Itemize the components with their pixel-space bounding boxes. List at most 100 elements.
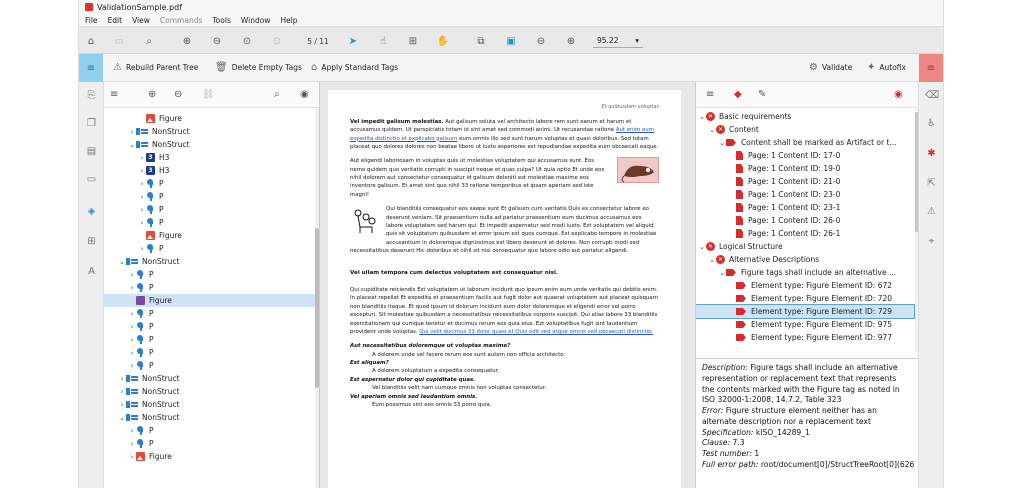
tag-tree-row[interactable]: Figure xyxy=(104,294,315,307)
validation-tree-row[interactable]: Page: 1 Content ID: 21-0 xyxy=(696,175,914,188)
validation-tree-row[interactable]: ⌄ Figure tags shall include an alternativ… xyxy=(696,266,914,279)
fit-width-icon[interactable]: ▣ xyxy=(505,35,517,47)
delete-empty-tags-button[interactable]: 🗑 Delete Empty Tags xyxy=(215,62,302,73)
home-icon[interactable]: ⌂ xyxy=(85,35,97,47)
validation-tree-row[interactable]: Page: 1 Content ID: 23-1 xyxy=(696,201,914,214)
page-up-icon[interactable]: ⊕ xyxy=(181,35,193,47)
chevron-right-icon[interactable]: › xyxy=(128,427,136,435)
tag-tree-row[interactable]: › P xyxy=(104,320,315,333)
zoom-out-icon[interactable]: ⊖ xyxy=(535,35,547,47)
chevron-right-icon[interactable]: › xyxy=(128,336,136,344)
warning-icon[interactable]: ⚠ xyxy=(925,206,938,219)
visibility-icon[interactable]: ◉ xyxy=(894,89,903,100)
tag-tree-row[interactable]: › P xyxy=(104,281,315,294)
eye-icon[interactable]: ◉ xyxy=(300,89,309,100)
tag-tree-row[interactable]: › P xyxy=(104,242,315,255)
chevron-right-icon[interactable]: › xyxy=(138,219,146,227)
tag-tree-row[interactable]: › NonStruct xyxy=(104,398,315,411)
validation-tree-row[interactable]: Page: 1 Content ID: 17-0 xyxy=(696,149,914,162)
chevron-right-icon[interactable]: › xyxy=(118,375,126,383)
chevron-right-icon[interactable]: › xyxy=(118,401,126,409)
diamond-nav-icon[interactable]: ◆ xyxy=(734,89,742,100)
validation-tree-row[interactable]: ⌄ ✕ Content xyxy=(696,123,914,136)
chevron-right-icon[interactable]: › xyxy=(118,388,126,396)
tag-tree-row[interactable]: ⌄ NonStruct xyxy=(104,138,315,151)
left-panel-toggle-icon[interactable]: ≡ xyxy=(79,54,103,82)
chevron-right-icon[interactable]: › xyxy=(138,167,146,175)
pages-icon[interactable]: ❐ xyxy=(85,118,98,131)
tag-tree-row[interactable]: › Figure xyxy=(104,450,315,463)
bookmarks-icon[interactable]: ⎘ xyxy=(85,90,98,103)
menu-tools[interactable]: Tools xyxy=(212,16,230,25)
validation-tree-row[interactable]: ⌄ Content shall be marked as Artifact or … xyxy=(696,136,914,149)
chevron-right-icon[interactable]: › xyxy=(138,193,146,201)
validation-tree-row[interactable]: ⌄ ✕ Alternative Descriptions xyxy=(696,253,914,266)
add-tag-icon[interactable]: ⊕ xyxy=(148,89,156,100)
location-icon[interactable]: ⌖ xyxy=(925,236,938,249)
validation-tree-row[interactable]: Page: 1 Content ID: 19-0 xyxy=(696,162,914,175)
tag-tree-row[interactable]: Figure xyxy=(104,112,315,125)
tag-tree-row[interactable]: › NonStruct xyxy=(104,125,315,138)
chevron-right-icon[interactable]: › xyxy=(138,245,146,253)
tag-tree-row[interactable]: › P xyxy=(104,203,315,216)
chevron-down-icon[interactable]: ⌄ xyxy=(698,113,706,121)
tag-tree-row[interactable]: › 3 H3 xyxy=(104,151,315,164)
chevron-right-icon[interactable]: › xyxy=(128,453,136,461)
pen-icon[interactable]: ✎ xyxy=(758,89,766,100)
chevron-right-icon[interactable]: › xyxy=(128,284,136,292)
grid-icon[interactable]: ⊞ xyxy=(407,35,419,47)
menu-commands[interactable]: Commands xyxy=(160,16,202,25)
touch-icon[interactable]: ☝ xyxy=(377,35,389,47)
tag-tree-row[interactable]: › P xyxy=(104,177,315,190)
select-arrow-icon[interactable]: ➤ xyxy=(347,35,359,47)
tag-tree-row[interactable]: › P xyxy=(104,424,315,437)
menu-file[interactable]: File xyxy=(85,16,98,25)
right-panel-toggle-icon[interactable]: ≡ xyxy=(919,54,943,82)
tag-tree-row[interactable]: ⌄ NonStruct xyxy=(104,255,315,268)
zoom-in-icon[interactable]: ⊕ xyxy=(565,35,577,47)
validation-tree-row[interactable]: Element type: Figure Element ID: 672 xyxy=(696,279,914,292)
validation-tree-row[interactable]: ⌄ ✕ Logical Structure xyxy=(696,240,914,253)
export-icon[interactable]: ⇱ xyxy=(925,178,938,191)
chevron-down-icon[interactable]: ⌄ xyxy=(698,243,706,251)
tag-tree-row[interactable]: › P xyxy=(104,437,315,450)
chevron-down-icon[interactable]: ⌄ xyxy=(708,256,716,264)
tag-tree-row[interactable]: › P xyxy=(104,268,315,281)
tag-tree-row[interactable]: › P xyxy=(104,346,315,359)
chevron-right-icon[interactable]: › xyxy=(128,271,136,279)
tag-tree-row[interactable]: › P xyxy=(104,190,315,203)
validation-tree-row[interactable]: Page: 1 Content ID: 23-0 xyxy=(696,188,914,201)
validation-tree-row[interactable]: ⌄ ✕ Basic requirements xyxy=(696,110,914,123)
fit-page-icon[interactable]: ⧉ xyxy=(475,35,487,47)
comment-icon[interactable]: ▭ xyxy=(85,174,98,187)
collapse-panel-icon[interactable]: ≡ xyxy=(110,89,118,100)
tag-tree-row[interactable]: › P xyxy=(104,307,315,320)
validation-tree-row[interactable]: Page: 1 Content ID: 26-0 xyxy=(696,214,914,227)
tag-tree-scrollbar[interactable] xyxy=(315,108,319,488)
chevron-down-icon[interactable]: ⌄ xyxy=(718,269,726,277)
bug-icon[interactable]: ✱ xyxy=(925,148,938,161)
chevron-down-icon[interactable]: ⌄ xyxy=(128,141,136,149)
search-tags-icon[interactable]: ⌕ xyxy=(274,89,280,100)
validate-button[interactable]: ⚙ Validate xyxy=(809,62,852,73)
validation-tree-row[interactable]: Element type: Figure Element ID: 720 xyxy=(696,292,914,305)
order-icon[interactable]: ⊞ xyxy=(85,236,98,249)
p4-link[interactable]: Qui velit ducimus 33 dolor quasi et Quis… xyxy=(419,329,653,335)
tag-tree-row[interactable]: › P xyxy=(104,333,315,346)
tag-tree-row[interactable]: › P xyxy=(104,216,315,229)
validation-tree-row[interactable]: Page: 1 Content ID: 26-1 xyxy=(696,227,914,240)
tag-tree-row[interactable]: Figure xyxy=(104,229,315,242)
chevron-right-icon[interactable]: › xyxy=(138,206,146,214)
chevron-right-icon[interactable]: › xyxy=(138,154,146,162)
menu-window[interactable]: Window xyxy=(241,16,271,25)
search-icon[interactable]: ⌕ xyxy=(143,35,155,47)
chevron-right-icon[interactable]: › xyxy=(128,128,136,136)
validation-tree-row[interactable]: Element type: Figure Element ID: 729 xyxy=(696,304,915,319)
menu-edit[interactable]: Edit xyxy=(108,16,123,25)
chevron-down-icon[interactable]: ⌄ xyxy=(708,126,716,134)
page-number-input[interactable]: 5 / 11 xyxy=(301,34,335,48)
chevron-right-icon[interactable]: › xyxy=(138,180,146,188)
remove-tag-icon[interactable]: ⊖ xyxy=(174,89,182,100)
tag-tree-row[interactable]: › NonStruct xyxy=(104,372,315,385)
hand-icon[interactable]: ✋ xyxy=(437,35,449,47)
